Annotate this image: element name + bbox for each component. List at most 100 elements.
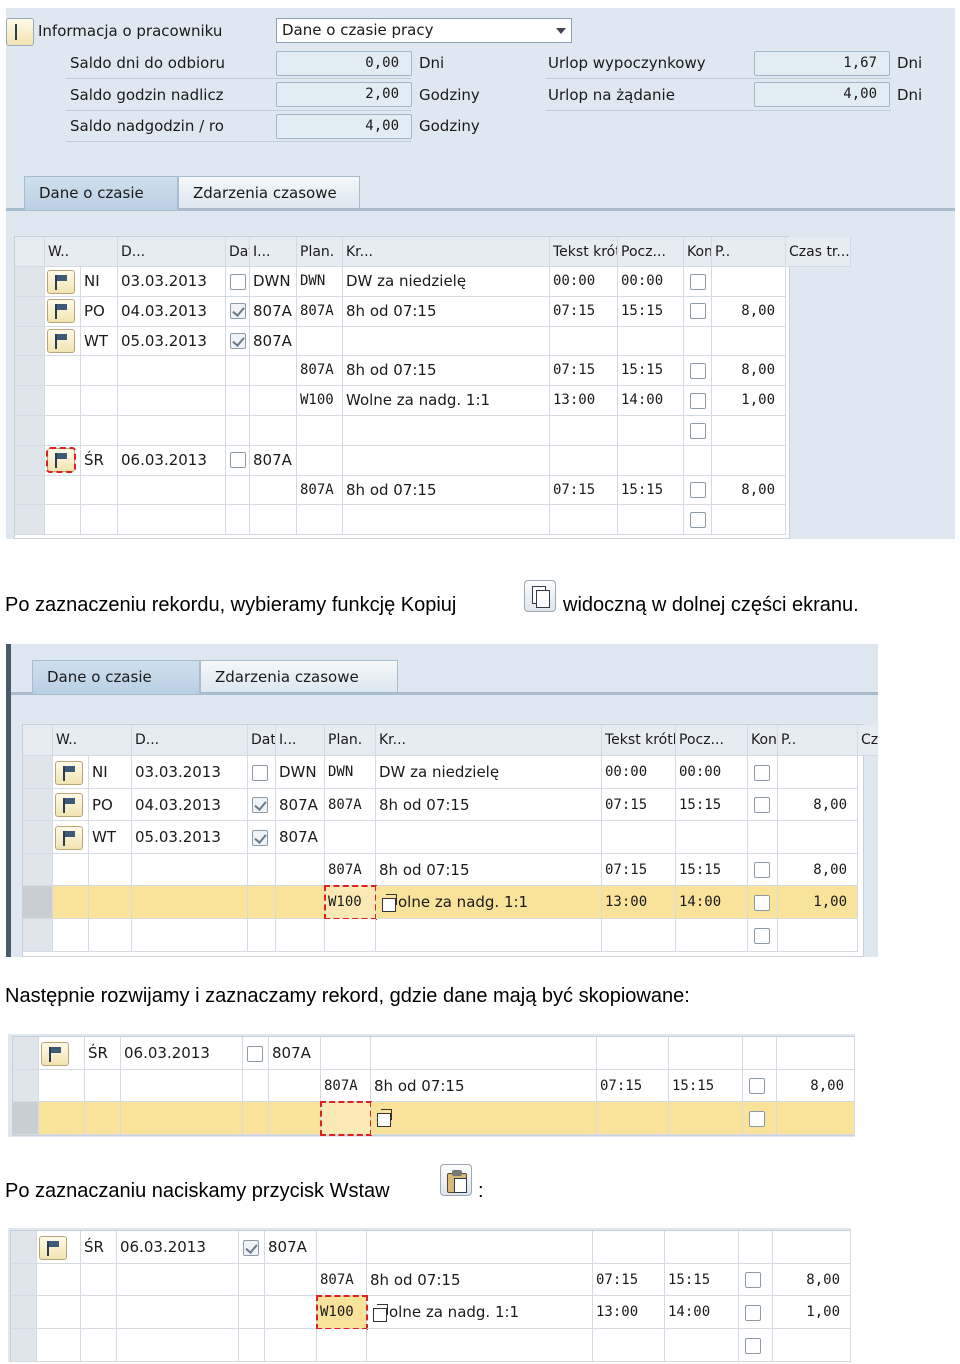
checkbox[interactable] xyxy=(749,1078,765,1094)
column-header[interactable]: I... xyxy=(250,237,297,267)
row-selector[interactable] xyxy=(11,1263,37,1297)
checkbox[interactable] xyxy=(754,764,770,781)
flag-icon[interactable] xyxy=(46,447,76,474)
checkbox[interactable] xyxy=(230,333,246,350)
checkbox[interactable] xyxy=(252,829,268,846)
checkbox[interactable] xyxy=(690,392,706,409)
row-selector[interactable] xyxy=(15,267,45,297)
row-selector[interactable] xyxy=(11,1296,37,1330)
row-selector[interactable] xyxy=(23,853,53,887)
column-header[interactable]: Tekst krótkiego oznacz... xyxy=(602,725,676,756)
row-selector[interactable] xyxy=(23,919,53,952)
checkbox[interactable] xyxy=(754,894,770,911)
column-header[interactable]: Koniec xyxy=(748,725,778,756)
info-button[interactable] xyxy=(6,18,34,46)
checkbox[interactable] xyxy=(690,362,706,379)
cell-start: 07:15 xyxy=(550,475,618,506)
column-header[interactable]: Plan. xyxy=(297,237,343,267)
checkbox[interactable] xyxy=(745,1272,761,1289)
cell-p xyxy=(684,416,712,446)
flag-icon[interactable] xyxy=(55,793,83,818)
column-header[interactable]: Kr... xyxy=(376,725,602,756)
row-selector[interactable] xyxy=(15,445,45,476)
column-header[interactable]: Plan. xyxy=(325,725,376,756)
row-selector[interactable] xyxy=(23,886,53,919)
checkbox[interactable] xyxy=(690,482,706,499)
column-header[interactable]: W.. xyxy=(45,237,118,267)
column-header[interactable]: Czas tr... xyxy=(786,237,851,267)
checkbox[interactable] xyxy=(690,273,706,290)
checkbox[interactable] xyxy=(252,764,268,781)
checkbox[interactable] xyxy=(252,797,268,814)
tab-time-events[interactable]: Zdarzenia czasowe xyxy=(200,660,398,694)
row-selector[interactable] xyxy=(13,1037,39,1070)
row-selector[interactable] xyxy=(11,1329,37,1362)
row-selector[interactable] xyxy=(13,1069,39,1102)
row-selector[interactable] xyxy=(15,475,45,506)
row-selector[interactable] xyxy=(15,326,45,357)
cell-date xyxy=(132,853,248,887)
column-header[interactable]: Pocz... xyxy=(618,237,684,267)
flag-icon[interactable] xyxy=(55,760,83,785)
cell-date: 06.03.2013 xyxy=(121,1037,243,1070)
column-header[interactable]: Czas tr... xyxy=(858,725,878,756)
checkbox[interactable] xyxy=(690,422,706,439)
column-header[interactable]: Koniec xyxy=(684,237,712,267)
checkbox[interactable] xyxy=(754,862,770,879)
cell-check xyxy=(239,1329,265,1362)
cell-start xyxy=(550,445,618,476)
row-selector[interactable] xyxy=(23,788,53,822)
flag-icon[interactable] xyxy=(39,1235,67,1260)
flag-icon[interactable] xyxy=(47,269,75,294)
checkbox[interactable] xyxy=(247,1045,263,1062)
checkbox[interactable] xyxy=(754,797,770,814)
checkbox[interactable] xyxy=(749,1110,765,1127)
row-selector[interactable] xyxy=(15,416,45,446)
copy-icon[interactable] xyxy=(373,1303,388,1322)
column-header[interactable]: Tekst krótkiego oznacz... xyxy=(550,237,618,267)
time-table: W..D...DataI...Plan.Kr...Tekst krótkiego… xyxy=(14,236,851,539)
flag-icon[interactable] xyxy=(47,329,75,354)
cell-end xyxy=(665,1329,739,1362)
row-selector[interactable] xyxy=(15,505,45,536)
row-selector[interactable] xyxy=(13,1102,39,1135)
tab-time-data[interactable]: Dane o czasie xyxy=(32,660,200,694)
checkbox[interactable] xyxy=(230,273,246,290)
checkbox[interactable] xyxy=(243,1239,259,1256)
column-header[interactable]: Kr... xyxy=(343,237,550,267)
cell-day: ŚR xyxy=(85,1037,121,1070)
tab-time-data[interactable]: Dane o czasie xyxy=(24,176,178,210)
column-header[interactable]: Data xyxy=(248,725,276,756)
column-header[interactable]: Data xyxy=(226,237,250,267)
column-header[interactable]: Pocz... xyxy=(676,725,748,756)
copy-icon[interactable] xyxy=(377,1109,392,1128)
row-selector[interactable] xyxy=(15,386,45,416)
checkbox[interactable] xyxy=(745,1337,761,1354)
checkbox[interactable] xyxy=(690,511,706,528)
copy-icon[interactable] xyxy=(382,893,397,912)
flag-icon[interactable] xyxy=(41,1041,69,1066)
column-header[interactable]: D... xyxy=(132,725,248,756)
cell-day: NI xyxy=(81,267,118,297)
checkbox[interactable] xyxy=(754,927,770,944)
row-selector[interactable] xyxy=(15,356,45,387)
row-selector[interactable] xyxy=(15,296,45,327)
row-selector[interactable] xyxy=(23,756,53,789)
column-header[interactable]: W.. xyxy=(53,725,132,756)
cell-p xyxy=(684,326,712,357)
tab-time-events[interactable]: Zdarzenia czasowe xyxy=(178,176,360,210)
checkbox[interactable] xyxy=(230,303,246,320)
view-dropdown[interactable]: Dane o czasie pracy xyxy=(276,18,572,43)
cell-start xyxy=(602,919,676,952)
checkbox[interactable] xyxy=(230,452,246,469)
flag-icon[interactable] xyxy=(55,825,83,850)
column-header[interactable]: P.. xyxy=(778,725,858,756)
row-selector[interactable] xyxy=(11,1231,37,1264)
flag-icon[interactable] xyxy=(47,299,75,324)
checkbox[interactable] xyxy=(745,1304,761,1321)
column-header[interactable]: I... xyxy=(276,725,325,756)
row-selector[interactable] xyxy=(23,821,53,854)
column-header[interactable]: D... xyxy=(118,237,226,267)
checkbox[interactable] xyxy=(690,303,706,320)
column-header[interactable]: P.. xyxy=(712,237,786,267)
